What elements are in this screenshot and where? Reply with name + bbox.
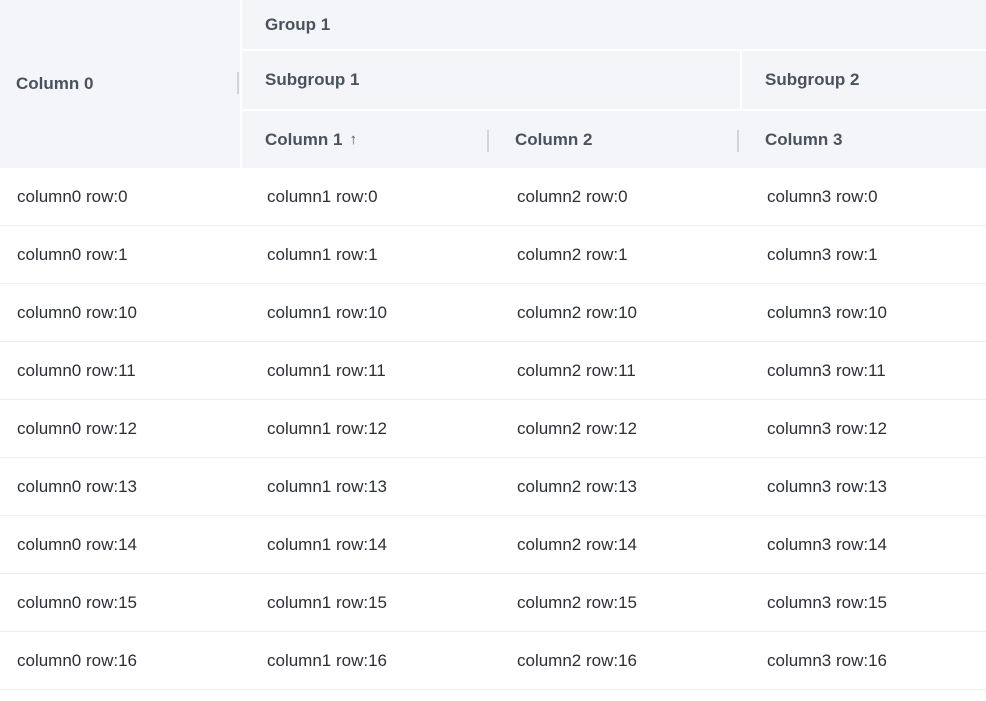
table-cell[interactable]: column1 row:10 xyxy=(267,284,387,341)
table-cell[interactable]: column0 row:12 xyxy=(17,400,137,457)
grid-body: column0 row:0 column1 row:0 column2 row:… xyxy=(0,168,986,690)
column-resize-handle[interactable] xyxy=(237,72,239,94)
grid-header: Column 0 Group 1 Subgroup 1 Subgroup 2 C… xyxy=(0,0,986,168)
table-row[interactable]: column0 row:1 column1 row:1 column2 row:… xyxy=(0,226,986,284)
subgroup-header-subgroup1[interactable]: Subgroup 1 xyxy=(240,51,740,109)
column-header-label: Column 2 xyxy=(515,129,593,149)
table-cell[interactable]: column2 row:14 xyxy=(517,516,637,573)
subgroup-header-subgroup2[interactable]: Subgroup 2 xyxy=(740,51,986,109)
table-cell[interactable]: column2 row:12 xyxy=(517,400,637,457)
table-cell[interactable]: column3 row:12 xyxy=(767,400,887,457)
data-grid: Column 0 Group 1 Subgroup 1 Subgroup 2 C… xyxy=(0,0,986,701)
table-row[interactable]: column0 row:10 column1 row:10 column2 ro… xyxy=(0,284,986,342)
table-row[interactable]: column0 row:15 column1 row:15 column2 ro… xyxy=(0,574,986,632)
table-cell[interactable]: column3 row:11 xyxy=(767,342,886,399)
table-cell[interactable]: column3 row:10 xyxy=(767,284,887,341)
table-cell[interactable]: column2 row:11 xyxy=(517,342,636,399)
table-cell[interactable]: column0 row:15 xyxy=(17,574,137,631)
table-cell[interactable]: column2 row:15 xyxy=(517,574,637,631)
table-cell[interactable]: column0 row:13 xyxy=(17,458,137,515)
column-resize-handle[interactable] xyxy=(487,130,489,152)
table-cell[interactable]: column1 row:16 xyxy=(267,632,387,689)
table-row[interactable]: column0 row:14 column1 row:14 column2 ro… xyxy=(0,516,986,574)
table-cell[interactable]: column0 row:0 xyxy=(17,168,128,225)
table-cell[interactable]: column0 row:1 xyxy=(17,226,128,283)
table-cell[interactable]: column3 row:1 xyxy=(767,226,878,283)
column-header-column1[interactable]: Column 1 ↑ xyxy=(240,111,490,168)
table-cell[interactable]: column0 row:10 xyxy=(17,284,137,341)
table-cell[interactable]: column0 row:16 xyxy=(17,632,137,689)
table-row[interactable]: column0 row:16 column1 row:16 column2 ro… xyxy=(0,632,986,690)
table-cell[interactable]: column3 row:14 xyxy=(767,516,887,573)
header-divider xyxy=(240,49,986,51)
table-cell[interactable]: column3 row:13 xyxy=(767,458,887,515)
column-header-label: Column 0 xyxy=(16,74,94,93)
subgroup-header-label: Subgroup 2 xyxy=(765,70,860,89)
table-cell[interactable]: column3 row:0 xyxy=(767,168,878,225)
table-cell[interactable]: column3 row:15 xyxy=(767,574,887,631)
table-cell[interactable]: column1 row:11 xyxy=(267,342,386,399)
table-cell[interactable]: column3 row:16 xyxy=(767,632,887,689)
table-cell[interactable]: column1 row:12 xyxy=(267,400,387,457)
table-row[interactable]: column0 row:13 column1 row:13 column2 ro… xyxy=(0,458,986,516)
table-row[interactable]: column0 row:0 column1 row:0 column2 row:… xyxy=(0,168,986,226)
table-cell[interactable]: column2 row:13 xyxy=(517,458,637,515)
column-resize-handle[interactable] xyxy=(737,130,739,152)
column-header-column3[interactable]: Column 3 xyxy=(740,111,986,168)
table-cell[interactable]: column0 row:14 xyxy=(17,516,137,573)
table-cell[interactable]: column1 row:14 xyxy=(267,516,387,573)
header-divider xyxy=(740,51,742,109)
table-cell[interactable]: column2 row:0 xyxy=(517,168,628,225)
table-cell[interactable]: column1 row:13 xyxy=(267,458,387,515)
table-cell[interactable]: column1 row:1 xyxy=(267,226,378,283)
column-header-column0[interactable]: Column 0 xyxy=(0,0,240,168)
column-header-column2[interactable]: Column 2 xyxy=(490,111,740,168)
header-divider xyxy=(240,109,986,111)
table-cell[interactable]: column1 row:15 xyxy=(267,574,387,631)
column-header-label: Column 1 xyxy=(265,129,343,149)
table-row[interactable]: column0 row:12 column1 row:12 column2 ro… xyxy=(0,400,986,458)
table-cell[interactable]: column2 row:1 xyxy=(517,226,628,283)
column-header-label: Column 3 xyxy=(765,129,843,149)
table-cell[interactable]: column1 row:0 xyxy=(267,168,378,225)
sort-ascending-icon[interactable]: ↑ xyxy=(349,131,357,148)
table-cell[interactable]: column2 row:16 xyxy=(517,632,637,689)
table-cell[interactable]: column0 row:11 xyxy=(17,342,136,399)
group-header-group1[interactable]: Group 1 xyxy=(240,0,986,49)
table-row[interactable]: column0 row:11 column1 row:11 column2 ro… xyxy=(0,342,986,400)
subgroup-header-label: Subgroup 1 xyxy=(265,70,360,89)
header-divider xyxy=(240,0,242,168)
table-cell[interactable]: column2 row:10 xyxy=(517,284,637,341)
group-header-label: Group 1 xyxy=(265,14,331,34)
